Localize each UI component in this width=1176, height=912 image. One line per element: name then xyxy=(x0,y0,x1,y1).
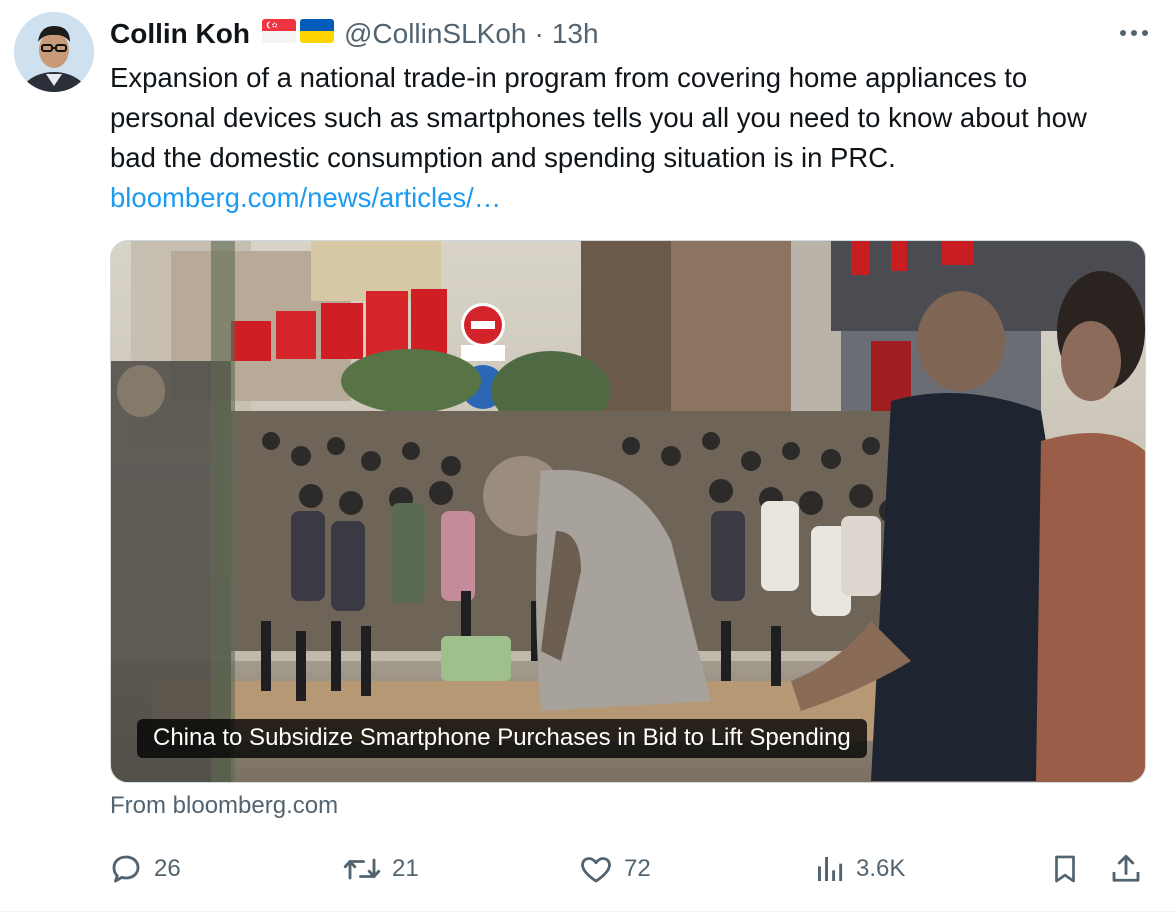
bookmark-icon xyxy=(1048,851,1082,887)
card-headline[interactable]: China to Subsidize Smartphone Purchases … xyxy=(137,719,867,758)
reply-count: 26 xyxy=(154,855,181,882)
avatar[interactable] xyxy=(14,12,94,92)
author-handle[interactable]: @CollinSLKoh xyxy=(344,18,527,50)
repost-count: 21 xyxy=(392,855,419,882)
reply-button[interactable]: 26 xyxy=(108,846,181,892)
more-options-button[interactable] xyxy=(1112,16,1156,50)
views-count: 3.6K xyxy=(856,855,906,882)
views-button[interactable]: 3.6K xyxy=(814,846,905,892)
tweet-text: Expansion of a national trade-in program… xyxy=(110,58,1140,218)
heart-icon xyxy=(578,851,614,887)
views-chart-icon xyxy=(814,853,846,885)
like-button[interactable]: 72 xyxy=(578,846,651,892)
singapore-flag-icon xyxy=(261,18,296,50)
like-count: 72 xyxy=(624,855,651,882)
more-dots-icon xyxy=(1119,24,1149,42)
flag-group xyxy=(261,18,334,50)
author-name[interactable]: Collin Koh xyxy=(110,18,250,50)
share-icon xyxy=(1108,851,1144,887)
tweet-body: Expansion of a national trade-in program… xyxy=(110,62,1087,173)
repost-icon xyxy=(342,851,382,887)
card-source[interactable]: From bloomberg.com xyxy=(110,792,338,820)
repost-button[interactable]: 21 xyxy=(342,846,419,892)
ukraine-flag-icon xyxy=(299,18,334,50)
timestamp[interactable]: 13h xyxy=(552,18,599,50)
reply-icon xyxy=(108,851,144,887)
action-bar: 26 21 72 3.6K xyxy=(108,846,1148,892)
share-button[interactable] xyxy=(1108,846,1144,892)
tweet-header: Collin Koh @CollinSLKoh · 13h xyxy=(110,14,1156,54)
header-separator: · xyxy=(534,18,544,49)
article-photo xyxy=(111,241,1145,782)
article-link[interactable]: bloomberg.com/news/articles/… xyxy=(110,178,1140,218)
link-card[interactable]: China to Subsidize Smartphone Purchases … xyxy=(110,240,1146,783)
bookmark-button[interactable] xyxy=(1048,846,1082,892)
